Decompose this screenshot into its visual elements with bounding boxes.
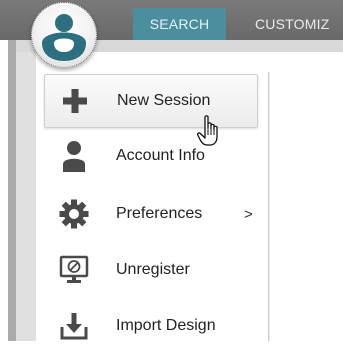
frame-inner-edge [16, 40, 36, 341]
app-logo[interactable] [31, 2, 97, 68]
import-icon [58, 310, 90, 342]
tab-customize[interactable]: CUSTOMIZ [255, 8, 343, 40]
menu-item-unregister[interactable]: Unregister [44, 244, 254, 296]
gear-icon [58, 198, 90, 230]
menu-item-label: Import Design [116, 317, 216, 334]
logo-icon [42, 14, 86, 61]
menu-item-label: Account Info [116, 147, 205, 164]
menu-item-import-design[interactable]: Import Design [44, 300, 254, 352]
menu-item-account-info[interactable]: Account Info [44, 130, 254, 182]
menu-item-preferences[interactable]: Preferences > [44, 188, 254, 240]
tab-search[interactable]: SEARCH [133, 8, 226, 40]
menu-item-new-session[interactable]: New Session [44, 74, 258, 146]
frame-edge [8, 40, 16, 341]
dropdown-menu: New Session Account Info Preferences > U… [36, 72, 269, 341]
monitor-ban-icon [58, 254, 90, 286]
submenu-arrow: > [244, 205, 253, 223]
menu-item-label: Preferences [116, 205, 203, 222]
menu-item-label: New Session [117, 92, 211, 109]
tab-customize-label: CUSTOMIZ [255, 16, 330, 32]
tab-search-label: SEARCH [149, 16, 210, 32]
person-icon [58, 140, 90, 172]
menu-item-label: Unregister [116, 261, 190, 278]
plus-icon [59, 85, 91, 117]
